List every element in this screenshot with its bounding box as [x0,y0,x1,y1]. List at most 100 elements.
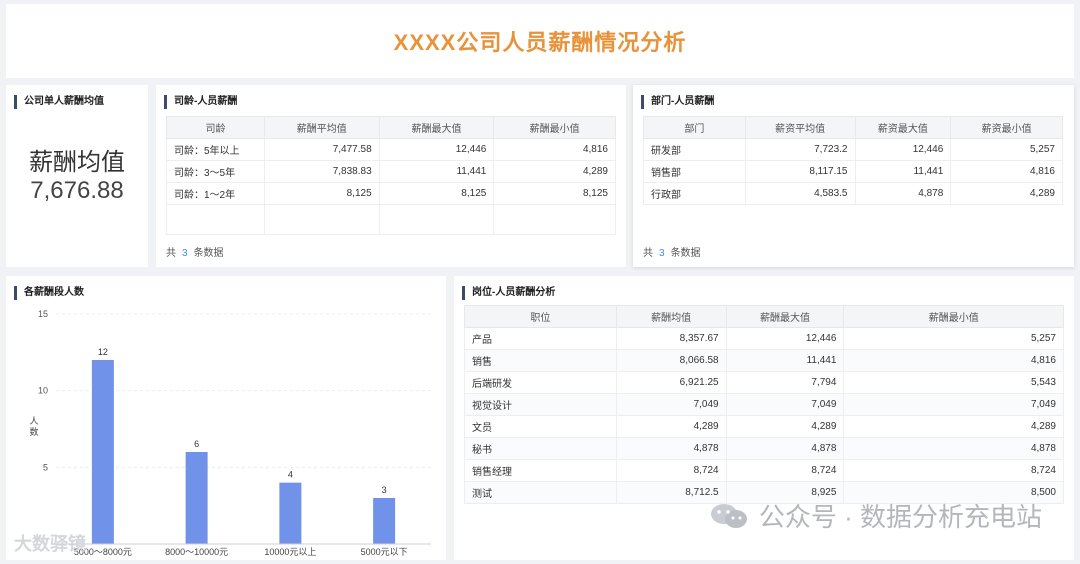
table-row[interactable]: 行政部 4,583.5 4,878 4,289 [643,182,1063,205]
cell: 12,446 [725,327,845,350]
cell: 4,878 [615,437,727,460]
cell: 6,921.25 [615,371,727,394]
department-card-title: 部门-人员薪酬 [641,95,714,109]
col-header[interactable]: 薪酬最大值 [378,116,495,139]
col-header[interactable]: 薪酬最小值 [493,116,616,139]
kpi-block: 薪酬均值 7,676.88 [6,149,148,205]
department-table-wrap: 部门 薪资平均值 薪资最大值 薪资最小值 研发部 7,723.2 12,446 … [643,116,1063,205]
table-row[interactable]: 司龄：5年以上 7,477.58 12,446 4,816 [166,138,616,161]
y-tick-label: 15 [38,309,48,319]
y-tick-label: 5 [43,462,48,472]
table-row[interactable]: 后端研发 6,921.25 7,794 5,543 [464,371,1064,394]
seniority-table: 司龄 薪酬平均值 薪酬最大值 薪酬最小值 司龄：5年以上 7,477.58 12… [166,116,616,235]
cell: 司龄：3～5年 [166,160,265,183]
cell: 8,724 [843,459,1064,482]
cell: 4,878 [725,437,845,460]
cell: 8,125 [378,182,495,205]
cell: 11,441 [854,160,952,183]
cell: 销售部 [643,160,746,183]
cell: 4,816 [950,160,1063,183]
cell: 8,724 [725,459,845,482]
table-row[interactable]: 产品 8,357.67 12,446 5,257 [464,327,1064,350]
cell: 8,125 [263,182,380,205]
table-row[interactable]: 文员 4,289 4,289 4,289 [464,415,1064,438]
cell: 4,289 [493,160,616,183]
table-row[interactable]: 司龄：1～2年 8,125 8,125 8,125 [166,182,616,205]
col-header[interactable]: 薪酬最小值 [843,305,1064,328]
cell: 4,289 [725,415,845,438]
seniority-header-row: 司龄 薪酬平均值 薪酬最大值 薪酬最小值 [166,116,616,139]
salary-band-chart-card: 各薪酬段人数 5 10 15 人数 12 5000～8000元 6 8000～10000元 4 1… [6,276,446,560]
seniority-footer: 共 3 条数据 [166,244,224,259]
footer-suffix: 条数据 [193,248,224,259]
table-row[interactable]: 销售经理 8,724 8,724 8,724 [464,459,1064,482]
col-header[interactable]: 司龄 [166,116,265,139]
cell: 司龄：5年以上 [166,138,265,161]
table-row[interactable]: 研发部 7,723.2 12,446 5,257 [643,138,1063,161]
bar-value-label: 6 [194,439,199,449]
footer-prefix: 共 [166,248,176,259]
x-tick-label: 5000元以下 [361,547,408,557]
cell: 5,257 [843,327,1064,350]
cell: 销售 [464,349,617,372]
cell: 8,125 [493,182,616,205]
seniority-table-wrap: 司龄 薪酬平均值 薪酬最大值 薪酬最小值 司龄：5年以上 7,477.58 12… [166,116,616,235]
watermark-left: 大数驿镜 [14,534,86,554]
col-header[interactable]: 薪酬均值 [615,305,727,328]
bar [91,360,114,544]
y-tick-label: 10 [38,386,48,396]
cell: 4,878 [843,437,1064,460]
table-row[interactable]: 司龄：3～5年 7,838.83 11,441 4,289 [166,160,616,183]
cell: 销售经理 [464,459,617,482]
cell: 12,446 [378,138,495,161]
position-card-title: 岗位-人员薪酬分析 [462,286,555,300]
seniority-card: 司龄-人员薪酬 司龄 薪酬平均值 薪酬最大值 薪酬最小值 司龄：5年以上 7,4… [156,85,626,267]
kpi-card-title: 公司单人薪酬均值 [14,95,104,109]
cell: 8,066.58 [615,349,727,372]
cell: 8,724 [615,459,727,482]
x-tick-label: 10000元以上 [264,547,316,557]
col-header[interactable]: 薪资最大值 [854,116,952,139]
bar [185,452,208,544]
position-header-row: 职位 薪酬均值 薪酬最大值 薪酬最小值 [464,305,1064,328]
cell: 文员 [464,415,617,438]
col-header[interactable]: 薪资最小值 [950,116,1063,139]
cell: 4,289 [950,182,1063,205]
cell: 5,257 [950,138,1063,161]
table-row[interactable]: 视觉设计 7,049 7,049 7,049 [464,393,1064,416]
col-header[interactable]: 部门 [643,116,746,139]
page-title: XXXX公司人员薪酬情况分析 [393,30,687,55]
department-footer: 共 3 条数据 [643,244,701,259]
col-header[interactable]: 薪酬最大值 [725,305,845,328]
kpi-value: 7,676.88 [30,177,124,204]
bar-value-label: 4 [288,470,293,480]
table-row[interactable]: 秘书 4,878 4,878 4,878 [464,437,1064,460]
col-header[interactable]: 职位 [464,305,617,328]
cell: 研发部 [643,138,746,161]
cell: 4,289 [615,415,727,438]
table-row[interactable]: 销售部 8,117.15 11,441 4,816 [643,160,1063,183]
watermark-text: 公众号 · 数据分析充电站 [758,502,1042,532]
table-row[interactable]: 销售 8,066.58 11,441 4,816 [464,349,1064,372]
cell: 行政部 [643,182,746,205]
y-axis-label: 人 [29,416,38,426]
cell: 7,838.83 [263,160,380,183]
salary-band-bar-chart: 51015人数125000～8000元68000～10000元410000元以上… [29,309,431,557]
cell: 4,289 [843,415,1064,438]
cell: 7,049 [843,393,1064,416]
cell: 12,446 [854,138,952,161]
footer-suffix: 条数据 [670,248,701,259]
cell: 7,477.58 [263,138,380,161]
cell: 7,049 [615,393,727,416]
bar [373,498,396,544]
position-table: 职位 薪酬均值 薪酬最大值 薪酬最小值 产品 8,357.67 12,446 5,25… [464,305,1064,504]
cell: 4,816 [843,349,1064,372]
department-card: 部门-人员薪酬 部门 薪资平均值 薪资最大值 薪资最小值 研发部 7,723.2… [633,85,1074,267]
title-card: XXXX公司人员薪酬情况分析 [6,4,1074,78]
cell: 4,816 [493,138,616,161]
y-axis-label: 数 [29,426,38,437]
footer-count: 3 [182,248,188,259]
cell: 4,583.5 [744,182,856,205]
col-header[interactable]: 薪酬平均值 [263,116,380,139]
col-header[interactable]: 薪资平均值 [744,116,856,139]
